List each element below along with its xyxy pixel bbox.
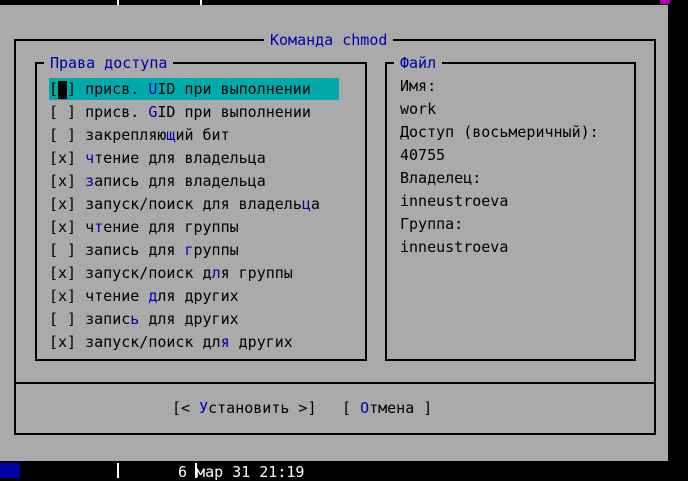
file-group-label: Группа: <box>400 215 464 233</box>
permission-checkbox[interactable]: [ ] присв. GID при выполнении <box>49 101 311 123</box>
permission-label: ID при выполнении <box>157 103 311 121</box>
file-access-label: Доступ (восьмеричный): <box>400 123 599 141</box>
checkbox-indicator: [ ] <box>49 241 77 259</box>
checkbox-indicator: [x] <box>49 264 77 282</box>
background-column-divider <box>195 463 197 478</box>
permission-checkbox[interactable]: [x] запуск/поиск для других <box>49 331 293 353</box>
permission-label: ч <box>85 218 95 236</box>
permission-hotkey: я <box>220 333 230 351</box>
background-top-accent <box>660 0 670 4</box>
permission-label: запуск/поиск д <box>85 264 212 282</box>
set-button[interactable]: [< Установить >] <box>172 397 317 419</box>
permissions-panel-title: Права доступа <box>44 54 174 72</box>
permission-label: других <box>229 333 293 351</box>
permission-label: ля других <box>157 287 239 305</box>
permission-label: присв. <box>85 80 149 98</box>
permission-checkbox[interactable]: [x] чтение для других <box>49 285 239 307</box>
permission-label: я группы <box>220 264 293 282</box>
permission-checkbox[interactable]: [x] запись для владельца <box>49 170 266 192</box>
permission-checkbox[interactable]: [] присв. UID при выполнении <box>49 78 339 100</box>
permission-label: для других <box>139 310 239 328</box>
permission-label: запис <box>85 310 131 328</box>
permission-label: ение для группы <box>103 218 239 236</box>
permission-checkbox[interactable]: [ ] запись для других <box>49 308 239 330</box>
permission-label: ий бит <box>175 126 230 144</box>
permission-label: чтение <box>85 287 149 305</box>
permission-label: ID при выполнении <box>157 80 311 98</box>
permission-hotkey: з <box>85 172 95 190</box>
checkbox-indicator: [] <box>49 80 77 99</box>
permission-label: запуск/поиск для владель <box>85 195 302 213</box>
checkbox-indicator: [x] <box>49 149 77 167</box>
permission-checkbox[interactable]: [x] чтение для владельца <box>49 147 266 169</box>
file-name-value: work <box>400 100 437 118</box>
file-owner-value: inneustroeva <box>400 192 509 210</box>
permission-label: присв. <box>85 103 149 121</box>
checkbox-indicator: [x] <box>49 195 77 213</box>
file-group-value: inneustroeva <box>400 238 509 256</box>
permission-hotkey: г <box>184 241 194 259</box>
checkbox-indicator: [x] <box>49 172 77 190</box>
permission-label: запуск/поиск дл <box>85 333 221 351</box>
permission-checkbox[interactable]: [ ] запись для группы <box>49 239 239 261</box>
permission-hotkey: л <box>211 264 221 282</box>
permission-hotkey: т <box>94 218 104 236</box>
permission-checkbox[interactable]: [x] запуск/поиск для группы <box>49 262 293 284</box>
file-name-label: Имя: <box>400 77 437 95</box>
background-column-divider <box>117 463 119 478</box>
chmod-dialog: Команда chmod Права доступа [] присв. UI… <box>0 5 668 461</box>
permission-checkbox[interactable]: [x] чтение для группы <box>49 216 239 238</box>
permission-label: а <box>310 195 320 213</box>
permission-checkbox[interactable]: [x] запуск/поиск для владельца <box>49 193 320 215</box>
dialog-title: Команда chmod <box>264 31 394 49</box>
file-access-value: 40755 <box>400 146 446 164</box>
permission-label: закрепляю <box>85 126 167 144</box>
permission-hotkey: ь <box>130 310 140 328</box>
permission-label: запись для <box>85 241 185 259</box>
file-panel-title: Файл <box>394 54 443 72</box>
cancel-button[interactable]: [ Отмена ] <box>342 397 432 419</box>
permission-label: руппы <box>193 241 239 259</box>
checkbox-indicator: [x] <box>49 287 77 305</box>
file-owner-label: Владелец: <box>400 169 482 187</box>
permission-label: тение для владельца <box>94 149 266 167</box>
button-area-separator <box>14 382 656 384</box>
text-cursor <box>58 80 68 99</box>
checkbox-indicator: [x] <box>49 218 77 236</box>
checkbox-indicator: [ ] <box>49 126 77 144</box>
checkbox-indicator: [ ] <box>49 103 77 121</box>
permission-hotkey: ч <box>85 149 95 167</box>
permission-checkbox[interactable]: [ ] закрепляющий бит <box>49 124 230 146</box>
permission-label: апись для владельца <box>94 172 266 190</box>
checkbox-indicator: [ ] <box>49 310 77 328</box>
checkbox-indicator: [x] <box>49 333 77 351</box>
background-blue-bar <box>0 463 20 478</box>
permission-hotkey: ц <box>301 195 311 213</box>
permission-hotkey: U <box>148 80 158 98</box>
